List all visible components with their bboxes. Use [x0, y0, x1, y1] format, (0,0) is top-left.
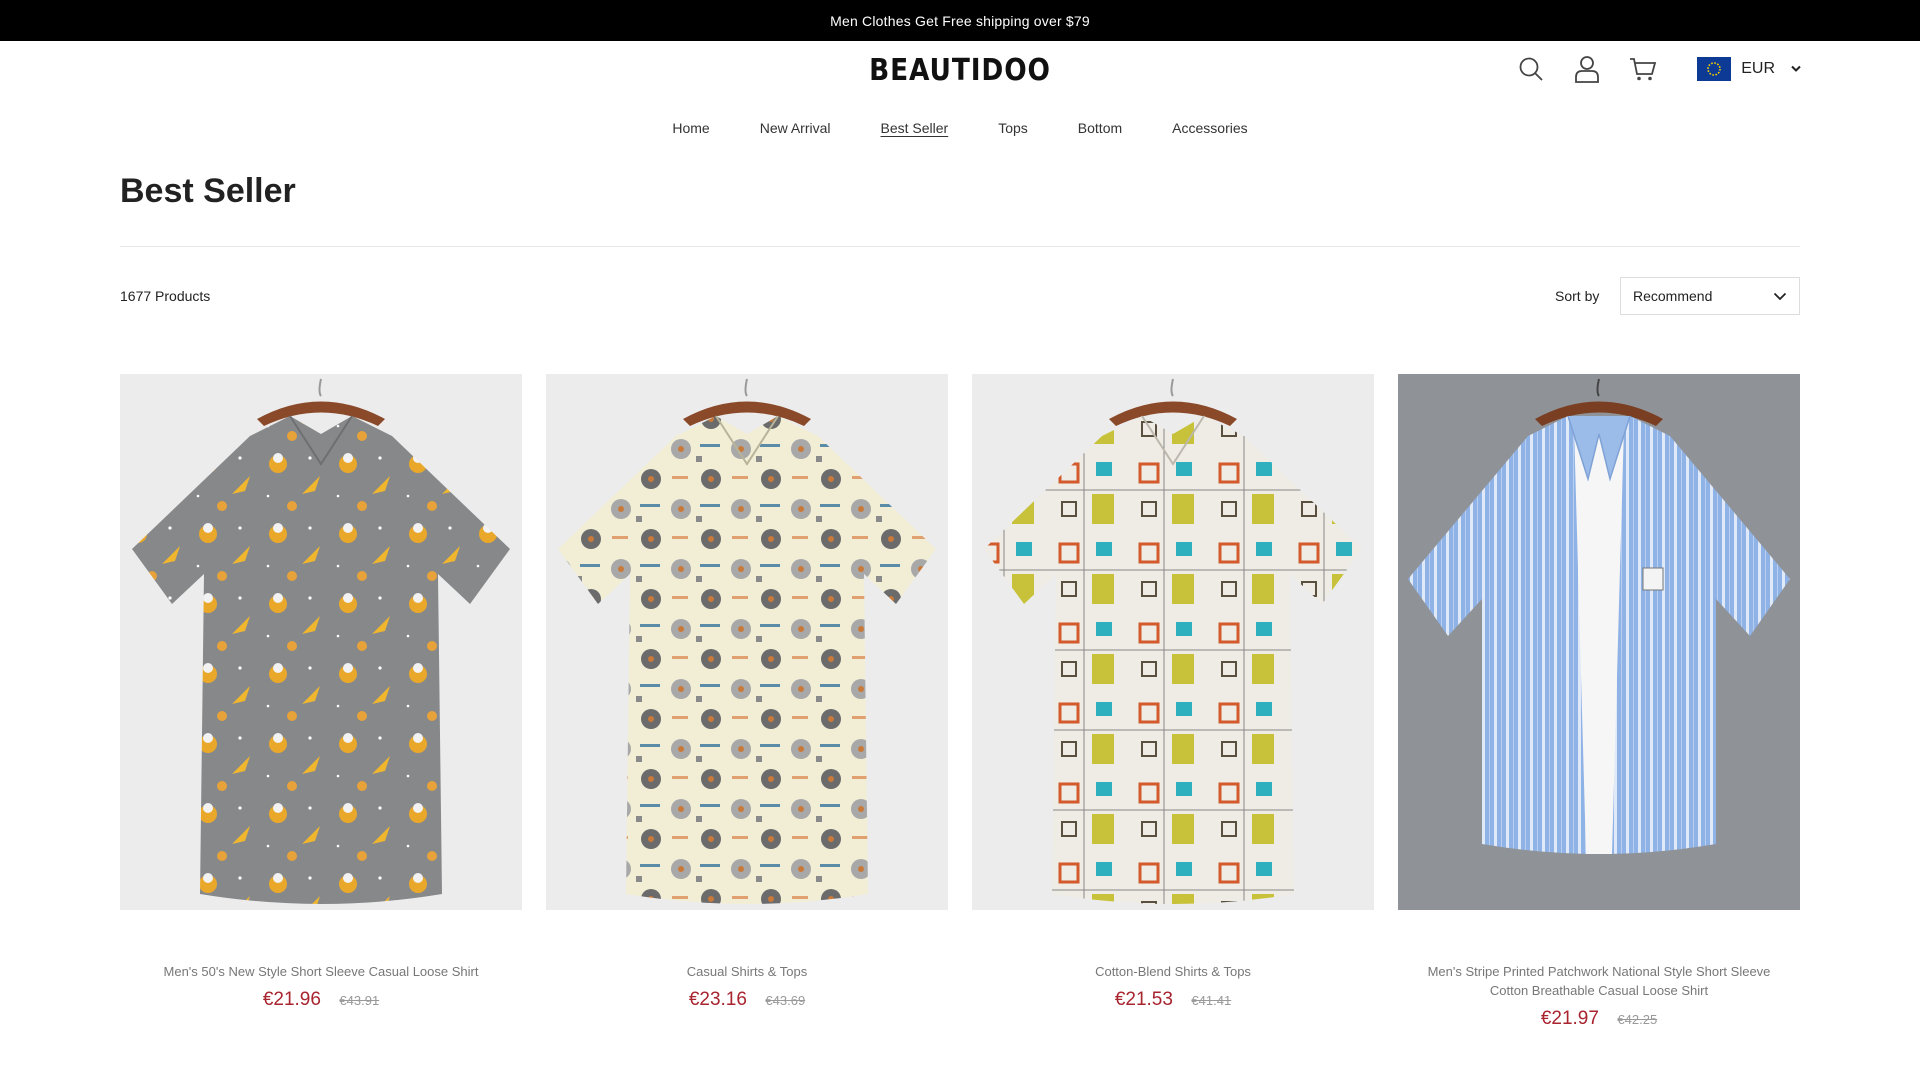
- product-image[interactable]: [546, 374, 948, 910]
- product-name[interactable]: Casual Shirts & Tops: [546, 962, 948, 981]
- product-prices: €23.16 €43.69: [546, 989, 948, 1011]
- product-price: €21.96: [262, 989, 321, 1010]
- product-grid: Men's 50's New Style Short Sleeve Casual…: [120, 374, 1800, 1030]
- chevron-down-icon: [1773, 288, 1787, 304]
- sort-select[interactable]: Recommend: [1620, 277, 1800, 315]
- nav-item-tops[interactable]: Tops: [998, 120, 1028, 136]
- product-count: 1677 Products: [120, 288, 211, 304]
- product-name[interactable]: Men's 50's New Style Short Sleeve Casual…: [120, 962, 522, 981]
- page-title: Best Seller: [120, 172, 296, 210]
- announcement-text: Men Clothes Get Free shipping over $79: [830, 12, 1090, 29]
- cart-icon[interactable]: [1629, 54, 1657, 84]
- product-image[interactable]: [120, 374, 522, 910]
- product-card[interactable]: Cotton-Blend Shirts & Tops €21.53 €41.41: [972, 374, 1374, 1030]
- product-card[interactable]: Men's 50's New Style Short Sleeve Casual…: [120, 374, 522, 1030]
- product-original-price: €43.91: [339, 993, 380, 1008]
- product-price: €21.97: [1540, 1008, 1599, 1029]
- currency-selector[interactable]: EUR: [1697, 57, 1801, 81]
- user-icon[interactable]: [1573, 54, 1601, 84]
- product-original-price: €43.69: [765, 993, 806, 1008]
- product-original-price: €42.25: [1617, 1012, 1658, 1027]
- product-name[interactable]: Cotton-Blend Shirts & Tops: [972, 962, 1374, 981]
- nav-item-best-seller[interactable]: Best Seller: [881, 120, 949, 136]
- sort-value: Recommend: [1633, 288, 1713, 304]
- nav-item-new-arrival[interactable]: New Arrival: [760, 120, 831, 136]
- product-image[interactable]: [972, 374, 1374, 910]
- product-price: €23.16: [688, 989, 747, 1010]
- nav-item-accessories[interactable]: Accessories: [1172, 120, 1247, 136]
- product-prices: €21.97 €42.25: [1398, 1008, 1800, 1030]
- product-image[interactable]: [1398, 374, 1800, 910]
- nav-item-home[interactable]: Home: [672, 120, 709, 136]
- currency-label: EUR: [1741, 60, 1775, 77]
- header-actions: EUR: [1489, 54, 1801, 84]
- divider: [120, 246, 1800, 247]
- product-prices: €21.96 €43.91: [120, 989, 522, 1011]
- announcement-bar: Men Clothes Get Free shipping over $79: [0, 0, 1920, 41]
- site-header: BEAUTIDOO EUR: [0, 41, 1920, 103]
- product-card[interactable]: Men's Stripe Printed Patchwork National …: [1398, 374, 1800, 1030]
- product-card[interactable]: Casual Shirts & Tops €23.16 €43.69: [546, 374, 948, 1030]
- sort-label: Sort by: [1555, 288, 1600, 304]
- chevron-down-icon: [1791, 60, 1801, 78]
- nav-item-bottom[interactable]: Bottom: [1078, 120, 1122, 136]
- product-name[interactable]: Men's Stripe Printed Patchwork National …: [1398, 962, 1800, 1000]
- product-price: €21.53: [1114, 989, 1173, 1010]
- product-prices: €21.53 €41.41: [972, 989, 1374, 1011]
- main-nav: Home New Arrival Best Seller Tops Bottom…: [0, 103, 1920, 153]
- search-icon[interactable]: [1517, 54, 1545, 84]
- product-original-price: €41.41: [1191, 993, 1232, 1008]
- eu-flag-icon: [1697, 57, 1732, 81]
